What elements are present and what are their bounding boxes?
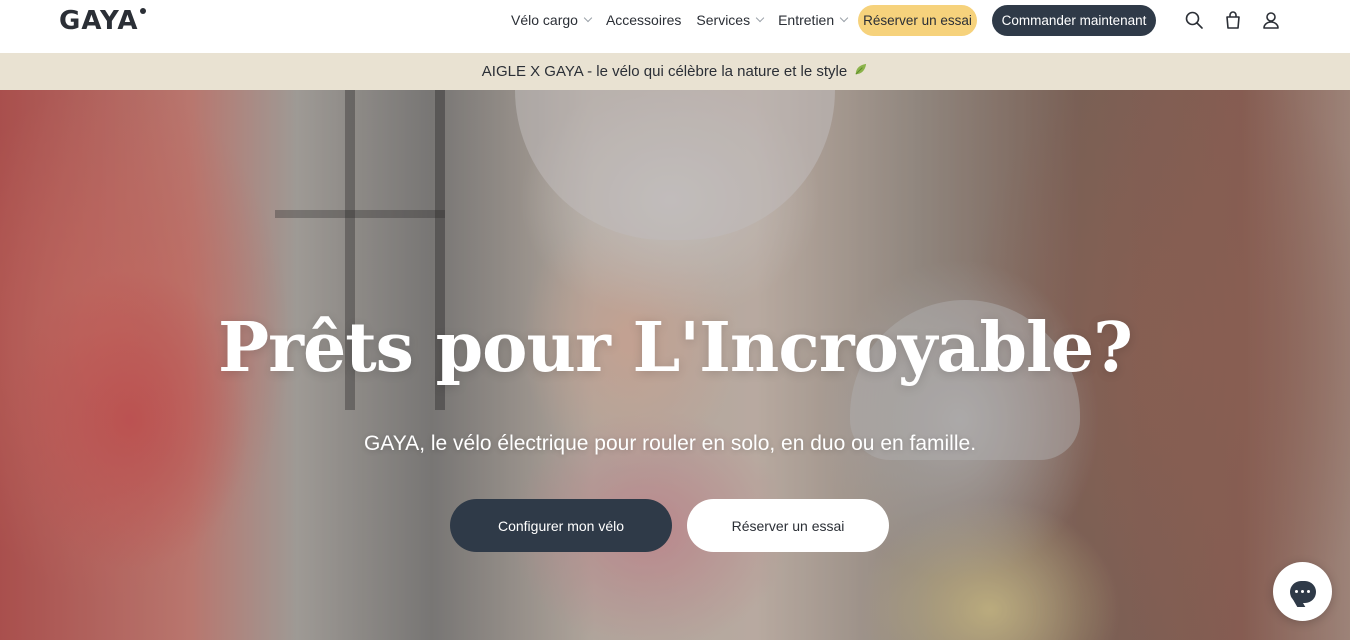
book-trial-hero-button[interactable]: Réserver un essai xyxy=(687,499,889,552)
logo-dot xyxy=(140,8,147,14)
book-trial-button[interactable]: Réserver un essai xyxy=(858,5,977,36)
nav-label: Vélo cargo xyxy=(511,12,578,28)
chevron-down-icon xyxy=(755,13,765,23)
chat-icon xyxy=(1289,580,1316,603)
chat-button[interactable] xyxy=(1273,562,1332,621)
nav-item-entretien[interactable]: Entretien xyxy=(778,12,849,28)
hero-title: Prêts pour L'Incroyable? xyxy=(218,308,1133,388)
announcement-text: AIGLE X GAYA - le vélo qui célèbre la na… xyxy=(481,63,848,80)
gaya-logo[interactable]: GAYA xyxy=(59,6,147,36)
nav-item-accessoires[interactable]: Accessoires xyxy=(606,12,681,28)
nav-label: Services xyxy=(696,12,751,28)
search-icon[interactable] xyxy=(1184,10,1204,30)
chevron-down-icon xyxy=(583,13,593,23)
bag-icon[interactable] xyxy=(1223,10,1243,30)
hero-subtitle: GAYA, le vélo électrique pour rouler en … xyxy=(363,432,977,455)
hero-section: Prêts pour L'Incroyable? GAYA, le vélo é… xyxy=(0,90,1350,640)
announcement-bar[interactable]: AIGLE X GAYA - le vélo qui célèbre la na… xyxy=(0,53,1350,90)
nav-label: Entretien xyxy=(778,12,835,28)
nav-item-services[interactable]: Services xyxy=(696,12,765,28)
site-header: GAYA Vélo cargo Accessoires Services Ent… xyxy=(0,0,1350,53)
order-now-button[interactable]: Commander maintenant xyxy=(992,5,1156,36)
logo-text: GAYA xyxy=(59,6,139,36)
main-nav: Vélo cargo Accessoires Services Entretie… xyxy=(511,0,862,40)
nav-label: Accessoires xyxy=(605,12,682,28)
nav-item-velo-cargo[interactable]: Vélo cargo xyxy=(511,12,593,28)
chevron-down-icon xyxy=(839,13,849,23)
leaf-icon xyxy=(853,62,868,81)
configure-bike-button[interactable]: Configurer mon vélo xyxy=(450,499,672,552)
account-icon[interactable] xyxy=(1261,10,1281,30)
